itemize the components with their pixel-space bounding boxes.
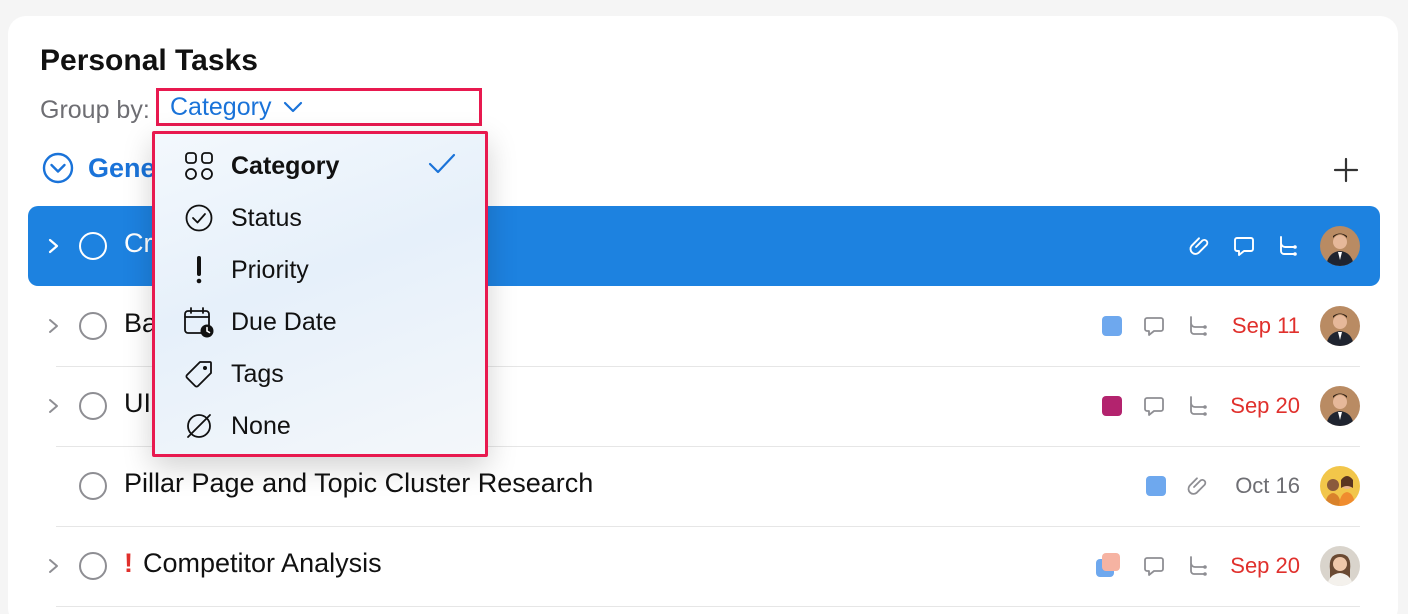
category-color-chip [1102, 316, 1122, 336]
menu-item-tags[interactable]: Tags [155, 346, 485, 398]
checkmark-icon [428, 153, 456, 174]
menu-item-label: Status [231, 204, 302, 232]
comment-icon[interactable] [1142, 314, 1166, 338]
plus-icon [1333, 157, 1359, 183]
task-title[interactable]: Cr [124, 228, 153, 259]
assignee-avatar[interactable] [1320, 466, 1360, 506]
add-task-button[interactable] [1330, 154, 1362, 186]
expand-chevron-icon[interactable] [46, 317, 62, 335]
group-header[interactable]: Gene [42, 152, 156, 184]
menu-item-label: None [231, 412, 291, 440]
menu-item-none[interactable]: None [155, 398, 485, 450]
category-grid-icon [183, 150, 215, 182]
priority-flag-icon: ! [124, 548, 133, 578]
task-row[interactable]: Pillar Page and Topic Cluster Research O… [28, 446, 1380, 526]
subtask-icon[interactable] [1186, 314, 1210, 338]
menu-item-priority[interactable]: Priority [155, 242, 485, 294]
task-meta: Oct 16 [1126, 446, 1360, 526]
due-date-calendar-icon [183, 306, 215, 338]
menu-item-label: Tags [231, 360, 284, 388]
group-by-row: Group by: Category [40, 88, 482, 126]
tag-icon [183, 358, 215, 390]
status-check-circle-icon [183, 202, 215, 234]
subtask-icon[interactable] [1186, 394, 1210, 418]
task-title-text: Competitor Analysis [143, 548, 382, 578]
menu-item-due-date[interactable]: Due Date [155, 294, 485, 346]
category-color-chip [1102, 396, 1122, 416]
task-complete-checkbox[interactable] [79, 392, 107, 420]
task-complete-checkbox[interactable] [79, 232, 107, 260]
chevron-down-icon [284, 101, 303, 113]
task-complete-checkbox[interactable] [79, 312, 107, 340]
menu-item-category[interactable]: Category [155, 138, 485, 190]
task-complete-checkbox[interactable] [79, 472, 107, 500]
category-color-chips [1096, 553, 1122, 579]
page-title: Personal Tasks [40, 44, 258, 77]
group-by-label: Group by: [40, 95, 150, 124]
task-row[interactable]: ! Competitor Analysis Sep 20 [28, 526, 1380, 606]
menu-item-status[interactable]: Status [155, 190, 485, 242]
task-meta: Sep 20 [1076, 526, 1360, 606]
group-by-select[interactable]: Category [156, 88, 482, 126]
subtask-icon[interactable] [1186, 554, 1210, 578]
task-meta: Sep 11 [1082, 286, 1360, 366]
group-by-selected-value: Category [170, 92, 272, 121]
task-complete-checkbox[interactable] [79, 552, 107, 580]
comment-icon[interactable] [1232, 234, 1256, 258]
row-divider [56, 606, 1360, 607]
assignee-avatar[interactable] [1320, 306, 1360, 346]
expand-chevron-icon[interactable] [46, 557, 62, 575]
assignee-avatar[interactable] [1320, 386, 1360, 426]
menu-item-label: Priority [231, 256, 309, 284]
task-meta: Sep 20 [1082, 366, 1360, 446]
task-title[interactable]: Pillar Page and Topic Cluster Research [124, 468, 593, 499]
attachment-icon[interactable] [1188, 234, 1212, 258]
subtask-icon[interactable] [1276, 234, 1300, 258]
due-date[interactable]: Sep 20 [1230, 553, 1300, 579]
due-date[interactable]: Sep 20 [1230, 393, 1300, 419]
comment-icon[interactable] [1142, 554, 1166, 578]
task-title[interactable]: ! Competitor Analysis [124, 548, 382, 579]
task-title[interactable]: UI [124, 388, 151, 419]
due-date[interactable]: Sep 11 [1230, 313, 1300, 339]
menu-item-label: Due Date [231, 308, 337, 336]
expand-chevron-icon[interactable] [46, 237, 62, 255]
collapse-chevron-circle-icon[interactable] [42, 152, 74, 184]
due-date[interactable]: Oct 16 [1230, 473, 1300, 499]
group-by-dropdown-menu: Category Status Priority Due Date Tags N… [152, 131, 488, 457]
expand-chevron-icon[interactable] [46, 397, 62, 415]
group-title: Gene [88, 152, 156, 183]
attachment-icon[interactable] [1186, 474, 1210, 498]
menu-item-label: Category [231, 152, 340, 180]
none-slash-circle-icon [183, 410, 215, 442]
assignee-avatar[interactable] [1320, 546, 1360, 586]
priority-exclamation-icon [183, 254, 215, 286]
task-meta [1168, 206, 1360, 286]
comment-icon[interactable] [1142, 394, 1166, 418]
assignee-avatar[interactable] [1320, 226, 1360, 266]
category-color-chip [1146, 476, 1166, 496]
